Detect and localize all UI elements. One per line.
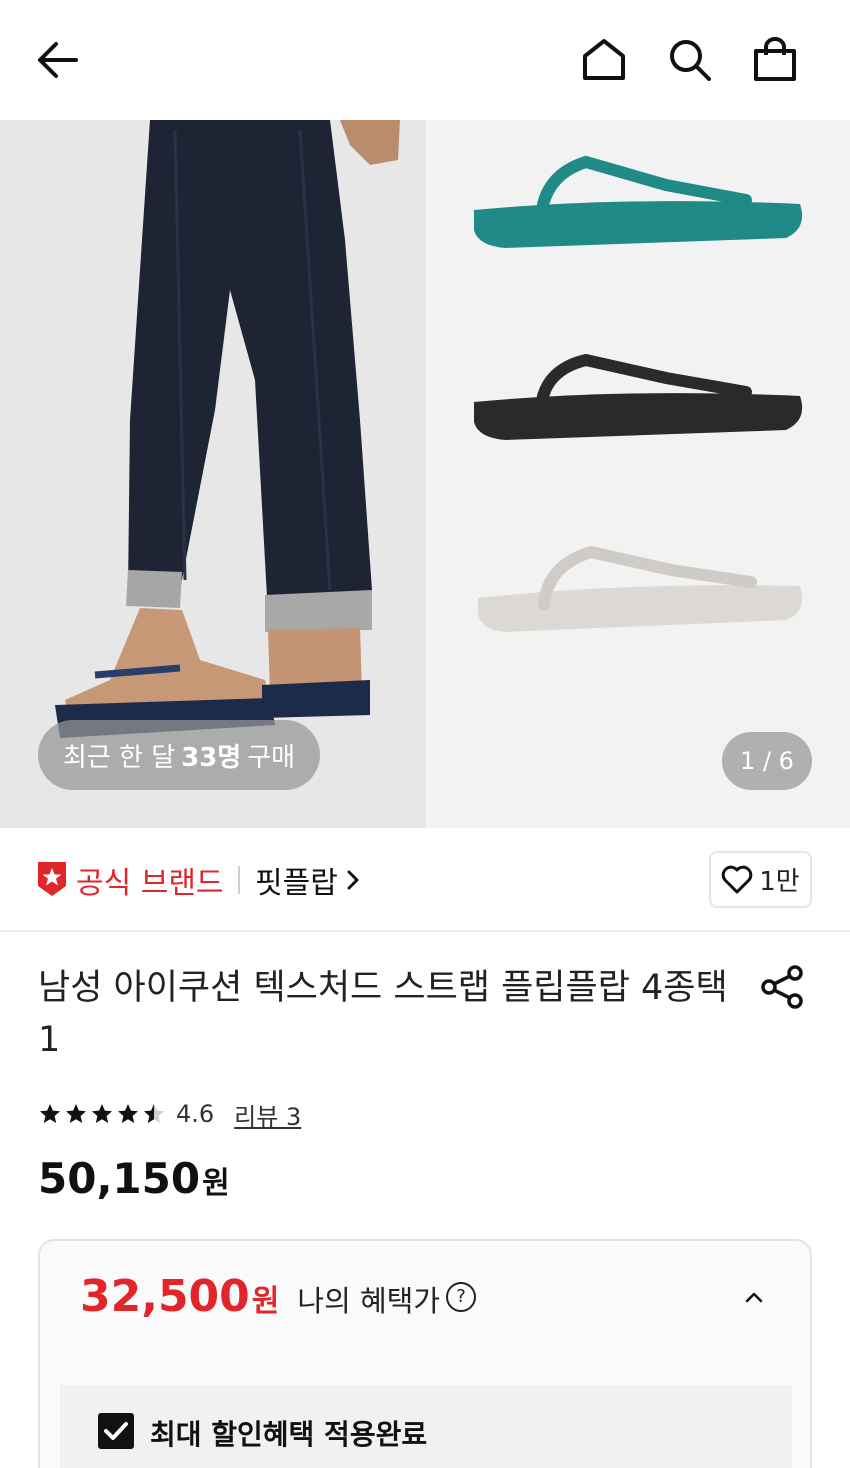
brand-name: 핏플랍 <box>255 866 338 901</box>
search-icon <box>670 40 711 81</box>
max-discount-checkbox[interactable] <box>98 1413 134 1449</box>
arrow-left-icon <box>38 42 78 78</box>
shopping-bag-icon <box>754 37 796 81</box>
official-brand-badge-icon <box>38 862 66 896</box>
benefit-price-panel: 32,500 원 나의 혜택가 ? 최대 할인혜택 적용완료 <box>38 1239 812 1468</box>
home-button[interactable] <box>574 30 634 90</box>
rating-row: 4.6 리뷰 3 <box>38 1096 301 1132</box>
product-image-carousel[interactable]: 최근 한 달 33명 구매 1 / 6 <box>0 120 850 828</box>
divider <box>238 866 240 894</box>
top-bar <box>0 0 850 120</box>
star-rating <box>38 1102 166 1126</box>
help-icon[interactable]: ? <box>446 1281 477 1312</box>
star-icon <box>40 1104 60 1123</box>
image-page-indicator: 1 / 6 <box>722 732 812 790</box>
benefit-toggle[interactable]: 32,500 원 나의 혜택가 ? <box>40 1241 810 1355</box>
back-button[interactable] <box>26 30 86 90</box>
buyers-count: 33명 <box>181 742 242 773</box>
max-discount-label: 최대 할인혜택 적용완료 <box>150 1418 428 1451</box>
benefit-label: 나의 혜택가 <box>297 1284 441 1318</box>
benefit-price-value: 32,500 <box>80 1271 250 1322</box>
benefit-price-currency: 원 <box>251 1284 280 1319</box>
official-brand-label: 공식 브랜드 <box>76 866 224 901</box>
checkmark-icon <box>104 1422 128 1440</box>
benefit-price: 32,500 원 나의 혜택가 ? <box>80 1271 477 1322</box>
star-icon <box>92 1104 112 1123</box>
product-photo-colors <box>426 120 850 828</box>
cart-button[interactable] <box>745 30 805 90</box>
share-icon <box>761 965 803 1009</box>
buyers-suffix: 구매 <box>247 742 296 773</box>
original-price: 50,150 원 <box>38 1154 230 1203</box>
half-star-icon <box>144 1104 164 1123</box>
brand-link[interactable]: 핏플랍 <box>255 858 360 902</box>
share-button[interactable] <box>758 962 808 1012</box>
brand-row: 공식 브랜드 핏플랍 1만 <box>0 828 850 932</box>
like-count: 1만 <box>759 867 800 897</box>
home-icon <box>583 39 625 80</box>
chevron-right-icon <box>347 870 359 890</box>
star-icon <box>118 1104 138 1123</box>
recent-buyers-badge: 최근 한 달 33명 구매 <box>38 720 320 790</box>
star-icon <box>66 1104 86 1123</box>
rating-score: 4.6 <box>176 1100 215 1128</box>
benefit-details: 최대 할인혜택 적용완료 <box>60 1385 792 1468</box>
product-title: 남성 아이쿠션 텍스처드 스트랩 플립플랍 4종택1 <box>38 968 728 1060</box>
heart-icon <box>722 865 753 893</box>
price-value: 50,150 <box>38 1154 201 1203</box>
price-currency: 원 <box>202 1166 230 1201</box>
buyers-prefix: 최근 한 달 <box>62 742 176 773</box>
like-button[interactable]: 1만 <box>709 851 812 908</box>
chevron-up-icon <box>745 1292 763 1303</box>
search-button[interactable] <box>660 30 720 90</box>
reviews-link[interactable]: 리뷰 3 <box>234 1097 301 1132</box>
